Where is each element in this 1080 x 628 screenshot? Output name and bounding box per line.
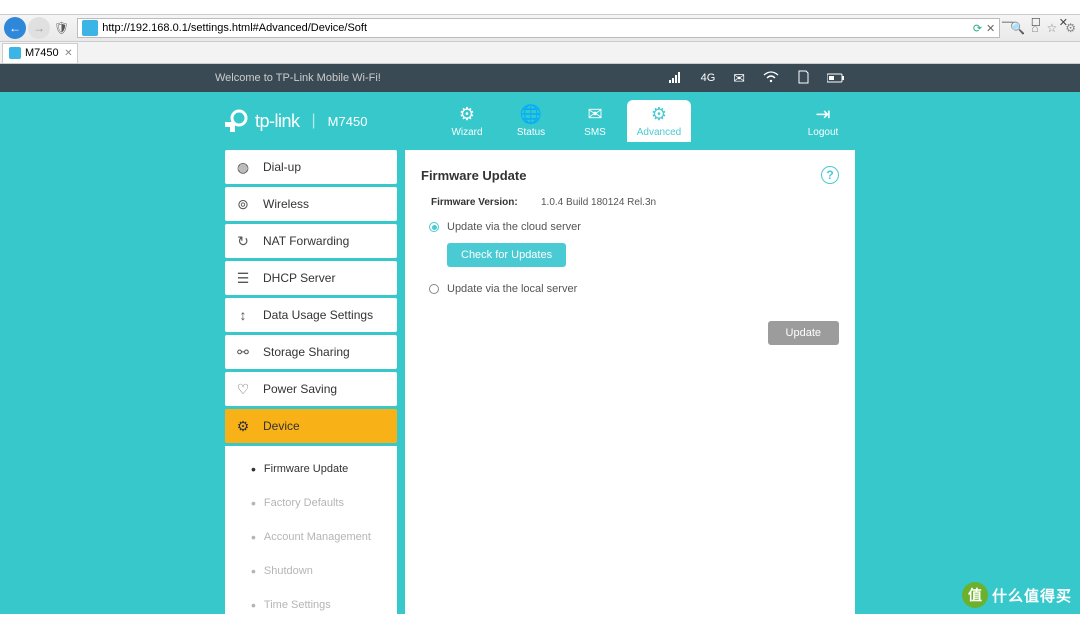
option-local[interactable]: Update via the local server — [421, 279, 839, 299]
brand-name: tp-link — [255, 111, 300, 132]
gear-icon: ⚙ — [235, 418, 251, 435]
nat-icon: ↻ — [235, 233, 251, 250]
sidebar-item-wireless[interactable]: ⊚Wireless — [225, 187, 397, 221]
minimize-icon[interactable]: — — [1002, 16, 1013, 28]
page-header: tp-link | M7450 ⚙Wizard 🌐Status ✉SMS ⚙Ad… — [225, 92, 855, 150]
watermark-text: 什么值得买 — [992, 585, 1072, 606]
tab-close-icon[interactable]: ✕ — [64, 48, 72, 59]
gears-icon: ⚙ — [627, 104, 691, 125]
signal-icon — [669, 70, 683, 86]
nav-status[interactable]: 🌐Status — [499, 100, 563, 142]
stop-icon[interactable]: ✕ — [986, 22, 995, 35]
panel-title: Firmware Update — [421, 168, 526, 183]
update-button[interactable]: Update — [768, 321, 839, 345]
refresh-icon[interactable]: ⟳ — [973, 22, 982, 35]
sub-shutdown[interactable]: Shutdown — [225, 554, 397, 588]
server-icon: ☰ — [235, 270, 251, 287]
wifi-icon — [763, 70, 779, 86]
device-submenu: Firmware Update Factory Defaults Account… — [225, 446, 397, 614]
wireless-icon: ⊚ — [235, 196, 251, 213]
content-panel: Firmware Update ? Firmware Version: 1.0.… — [405, 150, 855, 614]
data-icon: ↕ — [235, 307, 251, 323]
close-icon[interactable]: ✕ — [1059, 16, 1068, 28]
sidebar-item-nat[interactable]: ↻NAT Forwarding — [225, 224, 397, 258]
tab-title: M7450 — [25, 47, 59, 59]
nav-advanced[interactable]: ⚙Advanced — [627, 100, 691, 142]
sidebar-item-dhcp[interactable]: ☰DHCP Server — [225, 261, 397, 295]
top-bar: Welcome to TP-Link Mobile Wi-Fi! 4G ✉ — [0, 64, 1080, 92]
page-viewport: Welcome to TP-Link Mobile Wi-Fi! 4G ✉ tp… — [0, 64, 1080, 614]
tab-favicon — [9, 47, 21, 59]
site-favicon — [82, 20, 98, 36]
url-input[interactable] — [102, 22, 969, 34]
dialup-icon: ◍ — [235, 159, 251, 176]
nav-wizard[interactable]: ⚙Wizard — [435, 100, 499, 142]
sidebar-item-dialup[interactable]: ◍Dial-up — [225, 150, 397, 184]
battery-icon — [827, 70, 845, 86]
sidebar-item-power[interactable]: ♡Power Saving — [225, 372, 397, 406]
radio-cloud[interactable] — [429, 222, 439, 232]
browser-tab[interactable]: M7450 ✕ — [2, 43, 78, 63]
sidebar-item-device[interactable]: ⚙Device — [225, 409, 397, 443]
sd-icon — [797, 70, 809, 87]
sub-factory[interactable]: Factory Defaults — [225, 486, 397, 520]
globe-icon: 🌐 — [499, 104, 563, 125]
check-updates-button[interactable]: Check for Updates — [447, 243, 566, 267]
browser-toolbar: ← → 🛡 ⟳ ✕ 🔍 ⌂ ☆ ⚙ — [0, 14, 1080, 42]
nav-logout[interactable]: ⇥Logout — [791, 100, 855, 142]
sub-account[interactable]: Account Management — [225, 520, 397, 554]
sidebar-item-data[interactable]: ↕Data Usage Settings — [225, 298, 397, 332]
back-button[interactable]: ← — [4, 17, 26, 39]
nav-sms[interactable]: ✉SMS — [563, 100, 627, 142]
share-icon: ⚯ — [235, 344, 251, 361]
brand-logo: tp-link | M7450 — [225, 109, 367, 133]
radio-local[interactable] — [429, 284, 439, 294]
help-icon[interactable]: ? — [821, 166, 839, 184]
maximize-icon[interactable]: ☐ — [1031, 16, 1041, 28]
watermark: 值 什么值得买 — [962, 582, 1072, 608]
main-nav: ⚙Wizard 🌐Status ✉SMS ⚙Advanced ⇥Logout — [435, 100, 855, 142]
shield-icon: 🛡 — [54, 21, 69, 35]
forward-button: → — [28, 17, 50, 39]
sub-time[interactable]: Time Settings — [225, 588, 397, 614]
watermark-badge-icon: 值 — [962, 582, 988, 608]
tab-bar: M7450 ✕ — [0, 42, 1080, 64]
welcome-text: Welcome to TP-Link Mobile Wi-Fi! — [215, 72, 381, 84]
envelope-icon: ✉ — [563, 104, 627, 125]
logout-icon: ⇥ — [791, 104, 855, 125]
mail-icon[interactable]: ✉ — [733, 70, 745, 87]
option-cloud[interactable]: Update via the cloud server — [421, 217, 839, 237]
tplink-logo-icon — [225, 109, 249, 133]
sidebar-item-storage[interactable]: ⚯Storage Sharing — [225, 335, 397, 369]
network-label: 4G — [701, 72, 716, 84]
address-bar[interactable]: ⟳ ✕ — [77, 18, 1000, 38]
model-name: M7450 — [328, 114, 368, 129]
sub-firmware[interactable]: Firmware Update — [225, 452, 397, 486]
fw-version-label: Firmware Version: — [431, 197, 541, 208]
sidebar: ◍Dial-up ⊚Wireless ↻NAT Forwarding ☰DHCP… — [225, 150, 397, 614]
shield-icon: ♡ — [235, 381, 251, 398]
fw-version-value: 1.0.4 Build 180124 Rel.3n — [541, 197, 656, 208]
wizard-icon: ⚙ — [435, 104, 499, 125]
